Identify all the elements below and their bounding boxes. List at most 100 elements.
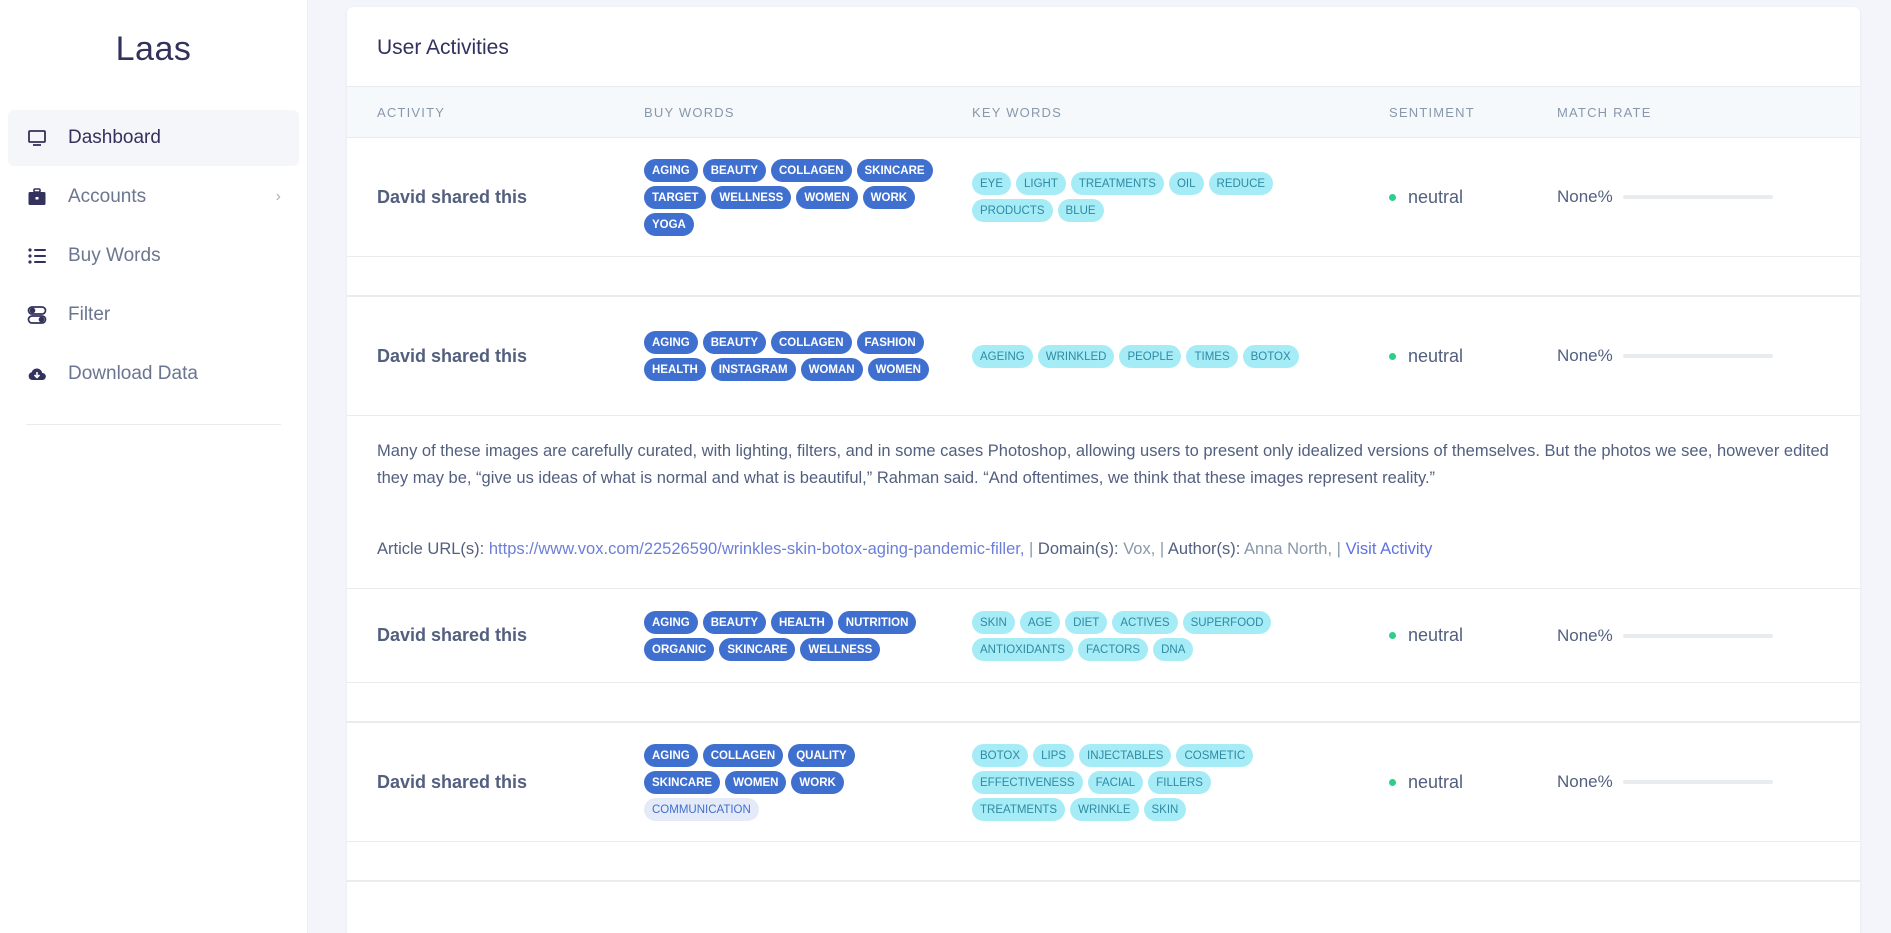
buy-word-tag[interactable]: INSTAGRAM <box>710 358 796 381</box>
key-word-tag[interactable]: PRODUCTS <box>972 199 1053 222</box>
sidebar-item-buy-words[interactable]: Buy Words <box>8 228 299 284</box>
key-word-tag[interactable]: DIET <box>1065 610 1108 634</box>
buy-word-tag[interactable]: HEALTH <box>644 358 706 381</box>
match-rate-value: None% <box>1557 772 1613 791</box>
article-meta: Article URL(s): https://www.vox.com/2252… <box>377 536 1830 563</box>
buy-word-tag[interactable]: WORK <box>862 185 916 209</box>
buy-word-tag[interactable]: SKINCARE <box>644 770 721 794</box>
key-word-tag[interactable]: LIGHT <box>1016 172 1066 195</box>
chevron-right-icon: › <box>275 188 281 205</box>
buy-word-tag[interactable]: SKINCARE <box>856 158 933 182</box>
status-dot-icon <box>1389 193 1396 201</box>
row-spacer <box>347 683 1860 723</box>
buy-word-tag[interactable]: SKINCARE <box>719 637 796 661</box>
sidebar-item-label: Download Data <box>68 363 198 384</box>
match-rate-value: None% <box>1557 625 1613 645</box>
buy-word-tag[interactable]: YOGA <box>644 212 694 236</box>
sidebar-item-dashboard[interactable]: Dashboard <box>8 110 299 166</box>
key-word-tag[interactable]: ANTIOXIDANTS <box>972 637 1073 661</box>
key-word-tag[interactable]: EFFECTIVENESS <box>972 770 1083 794</box>
buy-word-tag[interactable]: AGING <box>644 610 698 634</box>
key-word-tag[interactable]: BOTOX <box>1242 344 1299 368</box>
key-word-tag[interactable]: REDUCE <box>1208 172 1274 195</box>
buy-word-tag[interactable]: BEAUTY <box>702 158 766 182</box>
buy-word-tag[interactable]: WOMEN <box>867 358 929 381</box>
key-word-tag[interactable]: WRINKLE <box>1070 797 1139 821</box>
key-word-tag[interactable]: EYE <box>972 172 1012 195</box>
article-url-link[interactable]: https://www.vox.com/22526590/wrinkles-sk… <box>489 540 1025 558</box>
buy-word-tag[interactable]: BEAUTY <box>702 610 766 634</box>
key-word-tag[interactable]: FACTORS <box>1077 637 1149 661</box>
buy-word-tag[interactable]: QUALITY <box>788 743 855 767</box>
key-word-tag[interactable]: SUPERFOOD <box>1182 610 1272 634</box>
buy-word-tag[interactable]: WELLNESS <box>800 637 881 661</box>
match-rate-progress-bar <box>1622 354 1773 358</box>
buy-word-tag[interactable]: FASHION <box>856 331 924 354</box>
sidebar-item-filter[interactable]: Filter <box>8 287 299 343</box>
match-rate-value: None% <box>1557 346 1613 365</box>
key-word-tag[interactable]: BOTOX <box>972 743 1029 767</box>
key-word-tag[interactable]: SKIN <box>972 610 1015 634</box>
key-word-tag[interactable]: BLUE <box>1057 199 1104 222</box>
buy-word-tag[interactable]: AGING <box>644 743 698 767</box>
sidebar-item-accounts[interactable]: Accounts › <box>8 169 299 225</box>
status-dot-icon <box>1389 352 1396 360</box>
table-row[interactable]: David shared this AGING BEAUTY HEALTH NUTRI… <box>347 589 1860 683</box>
key-words-tags: AGEING WRINKLED PEOPLE TIMES BOTOX <box>972 344 1302 368</box>
key-word-tag[interactable]: ACTIVES <box>1112 610 1178 634</box>
key-word-tag[interactable]: AGE <box>1019 610 1061 634</box>
buy-word-tag[interactable]: ORGANIC <box>644 637 715 661</box>
key-word-tag[interactable]: FILLERS <box>1148 770 1211 794</box>
key-word-tag[interactable]: FACIAL <box>1087 770 1144 794</box>
key-word-tag[interactable]: DNA <box>1153 637 1194 661</box>
sentiment-value: neutral <box>1408 771 1464 792</box>
sidebar-item-download-data[interactable]: Download Data <box>8 346 299 402</box>
key-word-tag[interactable]: COSMETIC <box>1176 743 1254 767</box>
buy-word-tag[interactable]: WOMEN <box>796 185 858 209</box>
buy-word-tag[interactable]: COLLAGEN <box>770 331 852 354</box>
sentiment-status: neutral <box>1389 187 1557 208</box>
buy-word-tag[interactable]: BEAUTY <box>702 331 766 354</box>
table-row[interactable]: David shared this AGING BEAUTY COLLAGEN FAS… <box>347 297 1860 416</box>
buy-word-tag[interactable]: HEALTH <box>770 610 833 634</box>
buy-word-tag[interactable]: COLLAGEN <box>770 158 852 182</box>
key-word-tag[interactable]: INJECTABLES <box>1079 743 1172 767</box>
meta-separator: | <box>1029 540 1034 558</box>
table-header: ACTIVITY BUY WORDS KEY WORDS SENTIMENT M… <box>347 87 1860 138</box>
match-rate: None% <box>1557 187 1860 207</box>
column-header-sentiment[interactable]: SENTIMENT <box>1389 105 1557 120</box>
buy-word-tag[interactable]: WORK <box>791 770 844 794</box>
key-word-tag[interactable]: AGEING <box>972 344 1033 368</box>
buy-word-tag[interactable]: NUTRITION <box>837 610 917 634</box>
column-header-key-words[interactable]: KEY WORDS <box>972 105 1389 120</box>
buy-word-tag[interactable]: WELLNESS <box>711 185 792 209</box>
column-header-activity[interactable]: ACTIVITY <box>347 105 644 120</box>
sidebar-nav: Dashboard Accounts › Buy Words Filter Do… <box>0 110 307 402</box>
buy-word-tag[interactable]: WOMEN <box>725 770 787 794</box>
key-word-tag[interactable]: PEOPLE <box>1119 344 1182 368</box>
status-dot-icon <box>1389 778 1396 786</box>
table-row[interactable]: David shared this AGING BEAUTY COLLAGEN SKI… <box>347 138 1860 257</box>
visit-activity-link[interactable]: Visit Activity <box>1346 540 1433 558</box>
key-word-tag[interactable]: WRINKLED <box>1037 344 1115 368</box>
buy-word-tag[interactable]: AGING <box>644 331 698 354</box>
key-word-tag[interactable]: TREATMENTS <box>1070 172 1164 195</box>
brand-logo[interactable]: Laas <box>0 0 307 110</box>
buy-word-tag[interactable]: TARGET <box>644 185 707 209</box>
buy-word-tag[interactable]: COMMUNICATION <box>644 797 759 821</box>
key-word-tag[interactable]: TIMES <box>1186 344 1238 368</box>
key-word-tag[interactable]: LIPS <box>1033 743 1074 767</box>
author-value: Anna North, <box>1244 540 1333 558</box>
key-word-tag[interactable]: OIL <box>1168 172 1204 195</box>
buy-word-tag[interactable]: AGING <box>644 158 698 182</box>
buy-word-tag[interactable]: WOMAN <box>800 358 863 381</box>
key-word-tag[interactable]: SKIN <box>1143 797 1187 821</box>
table-row[interactable]: David shared this AGING COLLAGEN QUALITY SK… <box>347 723 1860 842</box>
cloud-download-icon <box>26 363 48 385</box>
column-header-buy-words[interactable]: BUY WORDS <box>644 105 972 120</box>
activity-detail: Many of these images are carefully curat… <box>347 416 1860 589</box>
buy-word-tag[interactable]: COLLAGEN <box>702 743 784 767</box>
column-header-match-rate[interactable]: MATCH RATE <box>1557 105 1860 120</box>
key-word-tag[interactable]: TREATMENTS <box>972 797 1066 821</box>
domain-value: Vox, <box>1123 540 1156 558</box>
